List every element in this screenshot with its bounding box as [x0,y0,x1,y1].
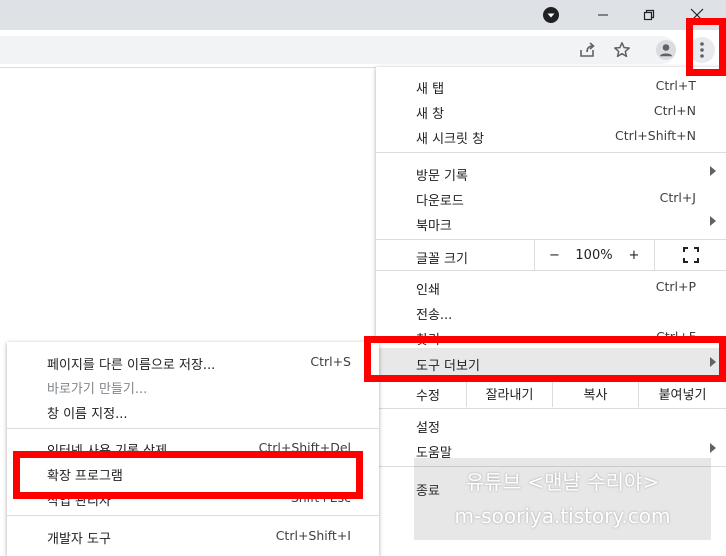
submenu-item-name-window[interactable]: 창 이름 지정... [7,398,379,423]
submenu-item-task-manager[interactable]: 작업 관리자 Shift+Esc [7,485,379,510]
cut-button[interactable]: 잘라내기 [466,379,552,407]
edit-label: 수정 [416,389,440,404]
menu-item-label: 찾기 [416,333,440,348]
menu-item-print[interactable]: 인쇄 Ctrl+P [376,274,726,299]
submenu-arrow-icon [710,443,716,453]
menu-item-shortcut: Shift+Esc [290,490,351,505]
close-window-button[interactable] [674,0,720,30]
submenu-item-save-page-as[interactable]: 페이지를 다른 이름으로 저장... Ctrl+S [7,349,379,374]
menu-item-label: 새 시크릿 창 [416,132,485,147]
submenu-item-clear-browsing-data[interactable]: 인터넷 사용 기록 삭제... Ctrl+Shift+Del [7,435,379,460]
more-vertical-icon [700,42,704,58]
menu-item-label: 방문 기록 [416,169,468,184]
menu-item-shortcut: Ctrl+Shift+Del [258,440,351,455]
menu-item-label: 창 이름 지정... [47,407,128,422]
watermark: 유튜브 <맨날 수리야> m-sooriya.tistory.com [414,458,711,540]
title-bar [0,0,726,30]
menu-item-shortcut: Ctrl+T [655,78,696,93]
menu-item-label: 인터넷 사용 기록 삭제... [47,444,180,459]
menu-item-label: 인쇄 [416,283,440,298]
zoom-out-button[interactable]: − [534,240,574,270]
menu-item-find[interactable]: 찾기 Ctrl+F [376,324,726,349]
menu-item-label: 페이지를 다른 이름으로 저장... [47,358,216,373]
share-button[interactable] [574,37,600,63]
restore-button[interactable] [626,0,672,30]
zoom-label: 글꼴 크기 [416,252,468,267]
menu-separator [376,152,726,153]
menu-item-new-incognito-window[interactable]: 새 시크릿 창 Ctrl+Shift+N [376,123,726,148]
menu-item-label: 개발자 도구 [47,532,111,547]
close-icon [690,8,704,22]
submenu-item-create-shortcut[interactable]: 바로가기 만들기... [7,373,379,398]
avatar-icon [656,40,676,60]
tab-search-button[interactable] [532,0,570,30]
menu-item-shortcut: Ctrl+Shift+I [275,528,351,543]
menu-item-new-window[interactable]: 새 창 Ctrl+N [376,98,726,123]
menu-item-shortcut: Ctrl+S [310,354,351,369]
zoom-row: 글꼴 크기 − 100% + [376,240,726,270]
restore-icon [643,9,655,21]
menu-separator [376,408,726,409]
minimize-icon [598,14,608,16]
submenu-arrow-icon [710,166,716,176]
submenu-arrow-icon [710,216,716,226]
menu-item-downloads[interactable]: 다운로드 Ctrl+J [376,185,726,210]
submenu-arrow-icon [710,357,716,367]
menu-item-more-tools[interactable]: 도구 더보기 [376,348,726,376]
paste-button[interactable]: 붙여넣기 [638,379,726,407]
menu-item-label: 다운로드 [416,194,464,209]
more-tools-submenu: 페이지를 다른 이름으로 저장... Ctrl+S 바로가기 만들기... 창 이… [7,342,379,556]
share-icon [580,42,595,57]
menu-item-label: 새 탭 [416,82,445,97]
menu-separator [7,515,379,516]
menu-separator [376,270,726,271]
submenu-item-extensions[interactable]: 확장 프로그램 [7,460,379,485]
minimize-button[interactable] [580,0,626,30]
browser-toolbar [0,30,726,68]
tab-search-icon [543,7,559,23]
menu-button[interactable] [689,37,715,63]
fullscreen-button[interactable] [654,240,726,270]
menu-item-label: 확장 프로그램 [47,469,123,484]
menu-item-label: 도구 더보기 [416,359,480,374]
submenu-item-developer-tools[interactable]: 개발자 도구 Ctrl+Shift+I [7,523,379,548]
watermark-line-1: 유튜브 <맨날 수리야> [465,470,660,494]
menu-item-label: 설정 [416,421,440,436]
watermark-line-2: m-sooriya.tistory.com [454,504,671,528]
menu-item-shortcut: Ctrl+J [659,190,696,205]
edit-row: 수정 잘라내기 복사 붙여넣기 [376,379,726,407]
profile-button[interactable] [653,37,679,63]
menu-item-label: 바로가기 만들기... [47,382,148,397]
zoom-in-button[interactable]: + [614,240,654,270]
fullscreen-icon [682,247,699,263]
menu-item-label: 작업 관리자 [47,494,111,509]
menu-item-shortcut: Ctrl+N [653,103,696,118]
menu-item-settings[interactable]: 설정 [376,412,726,437]
menu-item-label: 전송... [416,308,453,323]
menu-separator [7,428,379,429]
bookmark-star-button[interactable] [609,37,635,63]
menu-item-label: 새 창 [416,107,445,122]
menu-item-new-tab[interactable]: 새 탭 Ctrl+T [376,73,726,98]
menu-item-bookmarks[interactable]: 북마크 [376,210,726,235]
menu-item-shortcut: Ctrl+F [656,329,696,344]
menu-item-label: 북마크 [416,219,452,234]
copy-button[interactable]: 복사 [552,379,638,407]
star-icon [614,42,630,58]
zoom-level: 100% [575,247,613,263]
menu-item-shortcut: Ctrl+P [655,279,696,294]
menu-item-cast[interactable]: 전송... [376,299,726,324]
menu-item-history[interactable]: 방문 기록 [376,160,726,185]
menu-item-shortcut: Ctrl+Shift+N [615,128,696,143]
